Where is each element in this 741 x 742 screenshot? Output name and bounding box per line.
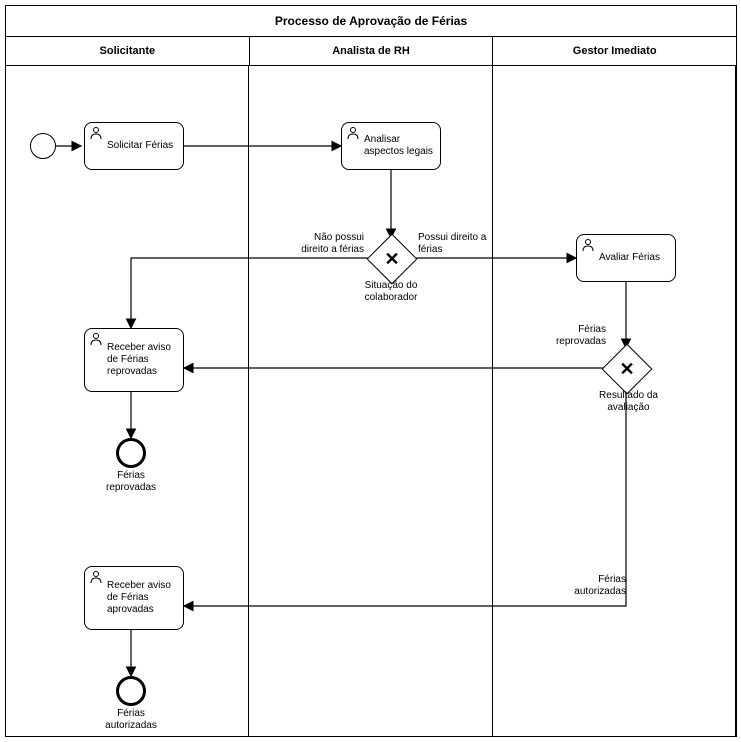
edge-label-autorizadas: Férias autorizadas (561, 574, 626, 598)
user-icon (89, 332, 103, 346)
task-label: Analisar aspectos legais (364, 134, 434, 158)
edge-label-nao-possui: Não possui direito a férias (284, 232, 364, 256)
user-icon (346, 126, 360, 140)
lane-header-solicitante: Solicitante (6, 37, 250, 65)
diagram-body: Solicitar Férias Analisar aspectos legai… (6, 66, 736, 736)
user-icon (89, 570, 103, 584)
start-event (30, 133, 56, 159)
lanes-header: Solicitante Analista de RH Gestor Imedia… (6, 37, 736, 66)
x-icon: ✕ (610, 352, 644, 386)
user-icon (581, 238, 595, 252)
task-label: Avaliar Férias (599, 252, 660, 264)
end-label-autorizadas: Férias autorizadas (101, 708, 161, 732)
gateway-label-situacao: Situação do colaborador (356, 280, 426, 304)
edge-label-reprovadas: Férias reprovadas (546, 324, 606, 348)
pool-container: Processo de Aprovação de Férias Solicita… (5, 5, 737, 737)
lane-header-analista: Analista de RH (250, 37, 494, 65)
end-event-reprovadas (116, 438, 146, 468)
task-receber-aprovadas: Receber aviso de Férias aprovadas (84, 566, 184, 630)
task-solicitar-ferias: Solicitar Férias (84, 122, 184, 170)
end-label-reprovadas: Férias reprovadas (101, 470, 161, 494)
task-receber-reprovadas: Receber aviso de Férias reprovadas (84, 328, 184, 392)
task-label: Receber aviso de Férias reprovadas (107, 342, 177, 378)
task-label: Receber aviso de Férias aprovadas (107, 580, 177, 616)
task-label: Solicitar Férias (107, 140, 173, 152)
task-avaliar-ferias: Avaliar Férias (576, 234, 676, 282)
lane-header-gestor: Gestor Imediato (493, 37, 736, 65)
edge-label-possui: Possui direito a férias (418, 232, 493, 256)
pool-title: Processo de Aprovação de Férias (6, 6, 736, 37)
x-icon: ✕ (375, 242, 409, 276)
task-analisar-aspectos: Analisar aspectos legais (341, 122, 441, 170)
gateway-label-resultado: Resultado da avaliação (591, 390, 666, 414)
end-event-autorizadas (116, 676, 146, 706)
user-icon (89, 126, 103, 140)
